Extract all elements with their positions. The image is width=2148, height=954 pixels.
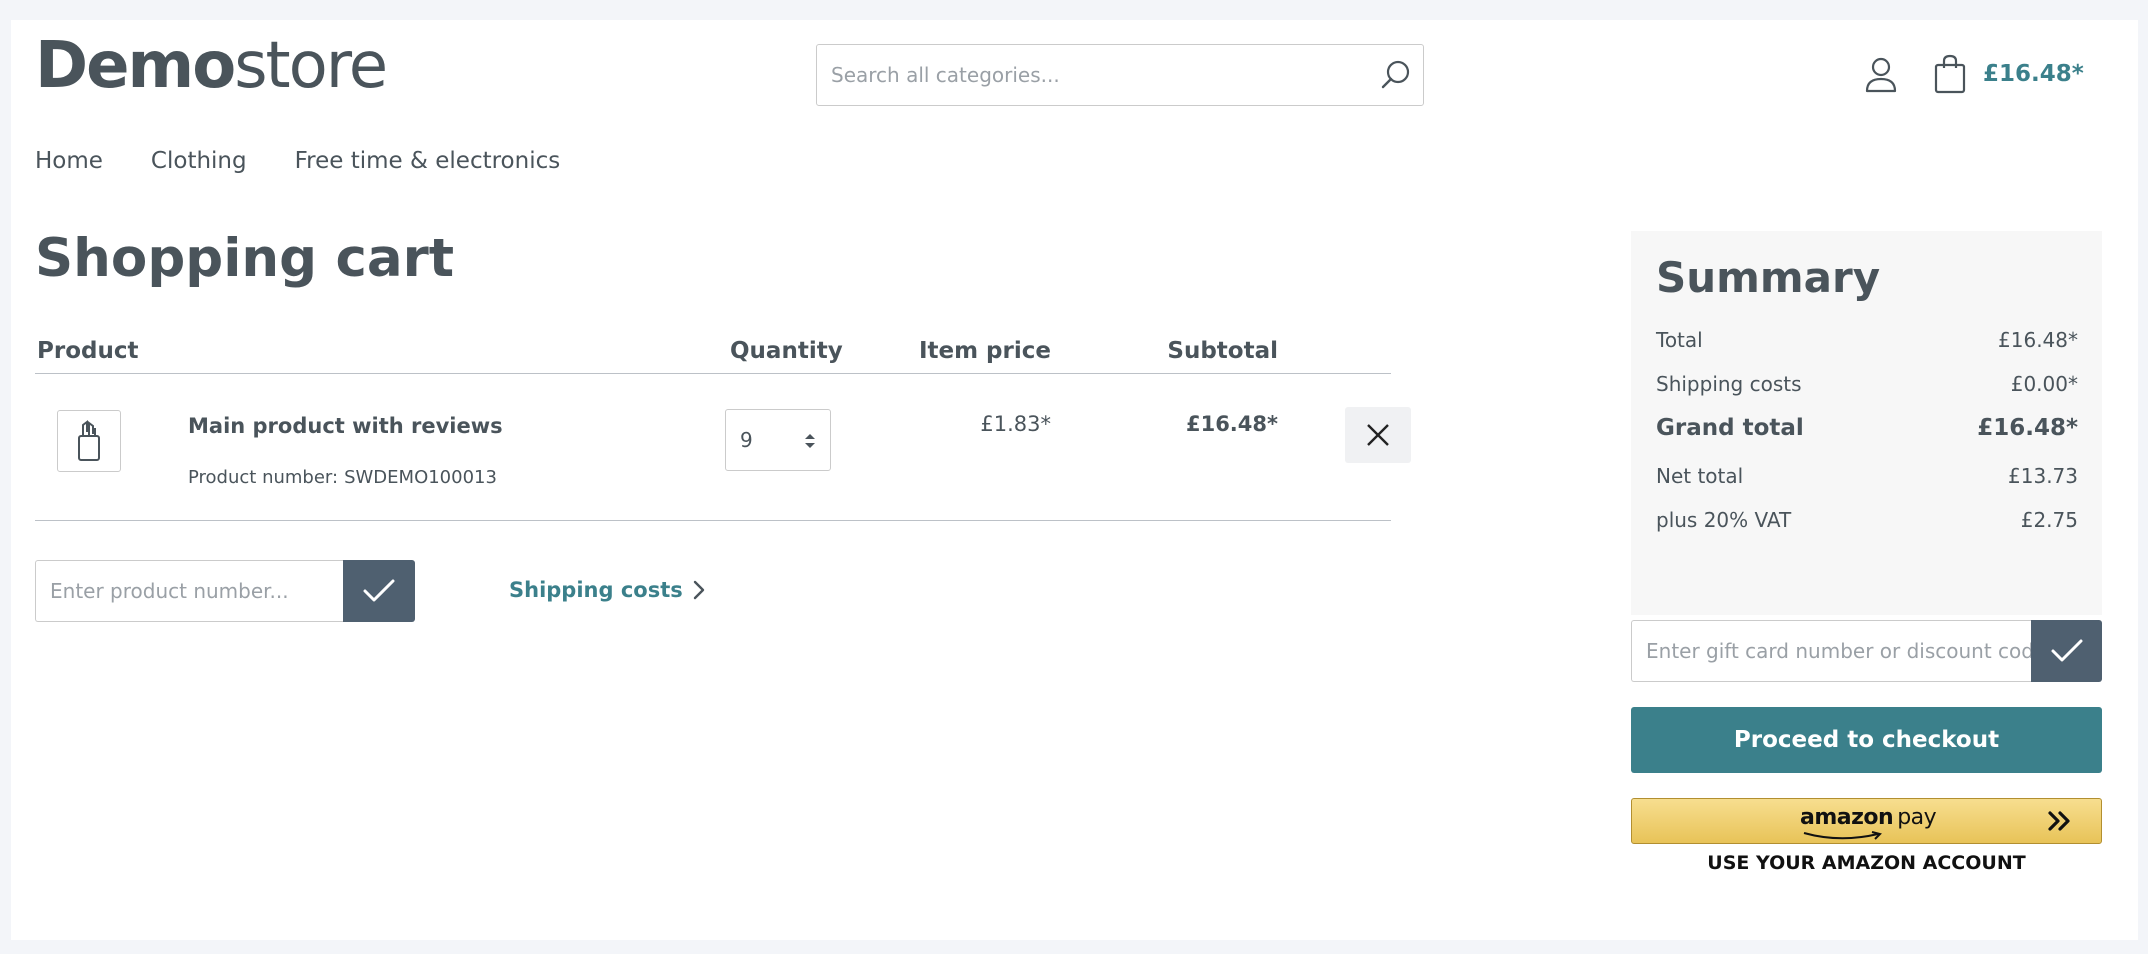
- product-placeholder-icon: [78, 420, 100, 461]
- add-product-button[interactable]: [343, 560, 415, 622]
- user-icon: [1865, 57, 1897, 93]
- product-name-link[interactable]: Main product with reviews: [188, 414, 503, 438]
- summary-row-net-total: Net total £13.73: [1656, 464, 2078, 488]
- close-icon: [1367, 424, 1389, 446]
- shipping-costs-link[interactable]: Shipping costs: [509, 578, 705, 602]
- summary-label: Grand total: [1656, 415, 1804, 441]
- chevron-right-icon: [693, 580, 704, 600]
- quantity-select[interactable]: 9: [725, 409, 831, 471]
- summary-row-total: Total £16.48*: [1656, 328, 2078, 352]
- column-header-item-price: Item price: [918, 338, 1051, 364]
- logo-light: store: [234, 29, 388, 103]
- summary-row-vat: plus 20% VAT £2.75: [1656, 508, 2078, 532]
- proceed-to-checkout-button[interactable]: Proceed to checkout: [1631, 707, 2102, 773]
- main-navigation: Home Clothing Free time & electronics: [35, 148, 608, 174]
- select-arrows-icon: [805, 434, 815, 448]
- apply-discount-button[interactable]: [2031, 620, 2102, 682]
- double-chevron-right-icon: [2048, 811, 2070, 831]
- summary-value: £16.48*: [1977, 415, 2078, 441]
- product-number-input[interactable]: [35, 560, 343, 622]
- account-button[interactable]: [1863, 55, 1899, 95]
- checkmark-icon: [2051, 639, 2082, 662]
- summary-value: £0.00*: [2010, 372, 2078, 396]
- page-title: Shopping cart: [35, 228, 455, 289]
- search-button[interactable]: [1379, 58, 1413, 92]
- item-subtotal: £16.48*: [1185, 412, 1278, 436]
- add-product-form: [35, 560, 415, 622]
- column-header-subtotal: Subtotal: [1167, 338, 1278, 364]
- search-bar: [816, 44, 1424, 106]
- remove-item-button[interactable]: [1345, 407, 1411, 463]
- summary-value: £2.75: [2020, 508, 2078, 532]
- column-header-product: Product: [37, 338, 139, 364]
- page: Demostore £16.48* Home Clothing Free tim…: [11, 20, 2138, 940]
- cart-total: £16.48*: [1983, 61, 2084, 87]
- summary-title: Summary: [1656, 253, 1881, 302]
- discount-form: [1631, 620, 2102, 682]
- search-icon: [1381, 60, 1410, 89]
- nav-item-clothing[interactable]: Clothing: [151, 148, 247, 174]
- quantity-value: 9: [740, 428, 753, 452]
- column-header-quantity: Quantity: [730, 338, 843, 364]
- amazon-pay-text: pay: [1897, 805, 1937, 830]
- product-number-value: SWDEMO100013: [344, 467, 497, 488]
- product-image[interactable]: [57, 410, 121, 472]
- summary-row-shipping: Shipping costs £0.00*: [1656, 372, 2078, 396]
- summary-label: Shipping costs: [1656, 372, 1802, 396]
- summary-value: £16.48*: [1998, 328, 2078, 352]
- summary-value: £13.73: [2008, 464, 2078, 488]
- item-price: £1.83*: [980, 412, 1051, 436]
- summary-label: Total: [1656, 328, 1703, 352]
- amazon-pay-button[interactable]: amazon pay: [1631, 798, 2102, 844]
- product-number: Product number: SWDEMO100013: [188, 467, 497, 488]
- cart-button[interactable]: £16.48*: [1933, 52, 2084, 96]
- summary-label: Net total: [1656, 464, 1744, 488]
- cart-table-header: Product Quantity Item price Subtotal: [35, 330, 1391, 374]
- cart-line-item: Main product with reviews Product number…: [35, 374, 1411, 521]
- checkmark-icon: [363, 579, 395, 602]
- nav-item-home[interactable]: Home: [35, 148, 103, 174]
- summary-row-grand-total: Grand total £16.48*: [1656, 415, 2078, 441]
- nav-item-free-time-electronics[interactable]: Free time & electronics: [295, 148, 561, 174]
- amazon-smile-icon: [1803, 831, 1882, 840]
- amazon-pay-logo: amazon pay: [1800, 805, 1937, 830]
- discount-code-input[interactable]: [1631, 620, 2031, 682]
- amazon-logo-text: amazon: [1800, 805, 1894, 830]
- search-input[interactable]: [817, 45, 1357, 105]
- order-summary: Summary Total £16.48* Shipping costs £0.…: [1631, 231, 2102, 615]
- amazon-pay-caption: USE YOUR AMAZON ACCOUNT: [1707, 852, 2026, 874]
- shipping-costs-label: Shipping costs: [509, 578, 683, 602]
- summary-label: plus 20% VAT: [1656, 508, 1792, 532]
- product-number-label: Product number:: [188, 467, 339, 488]
- shopping-bag-icon: [1934, 54, 1966, 94]
- logo-bold: Demo: [35, 29, 236, 103]
- store-logo[interactable]: Demostore: [35, 34, 388, 98]
